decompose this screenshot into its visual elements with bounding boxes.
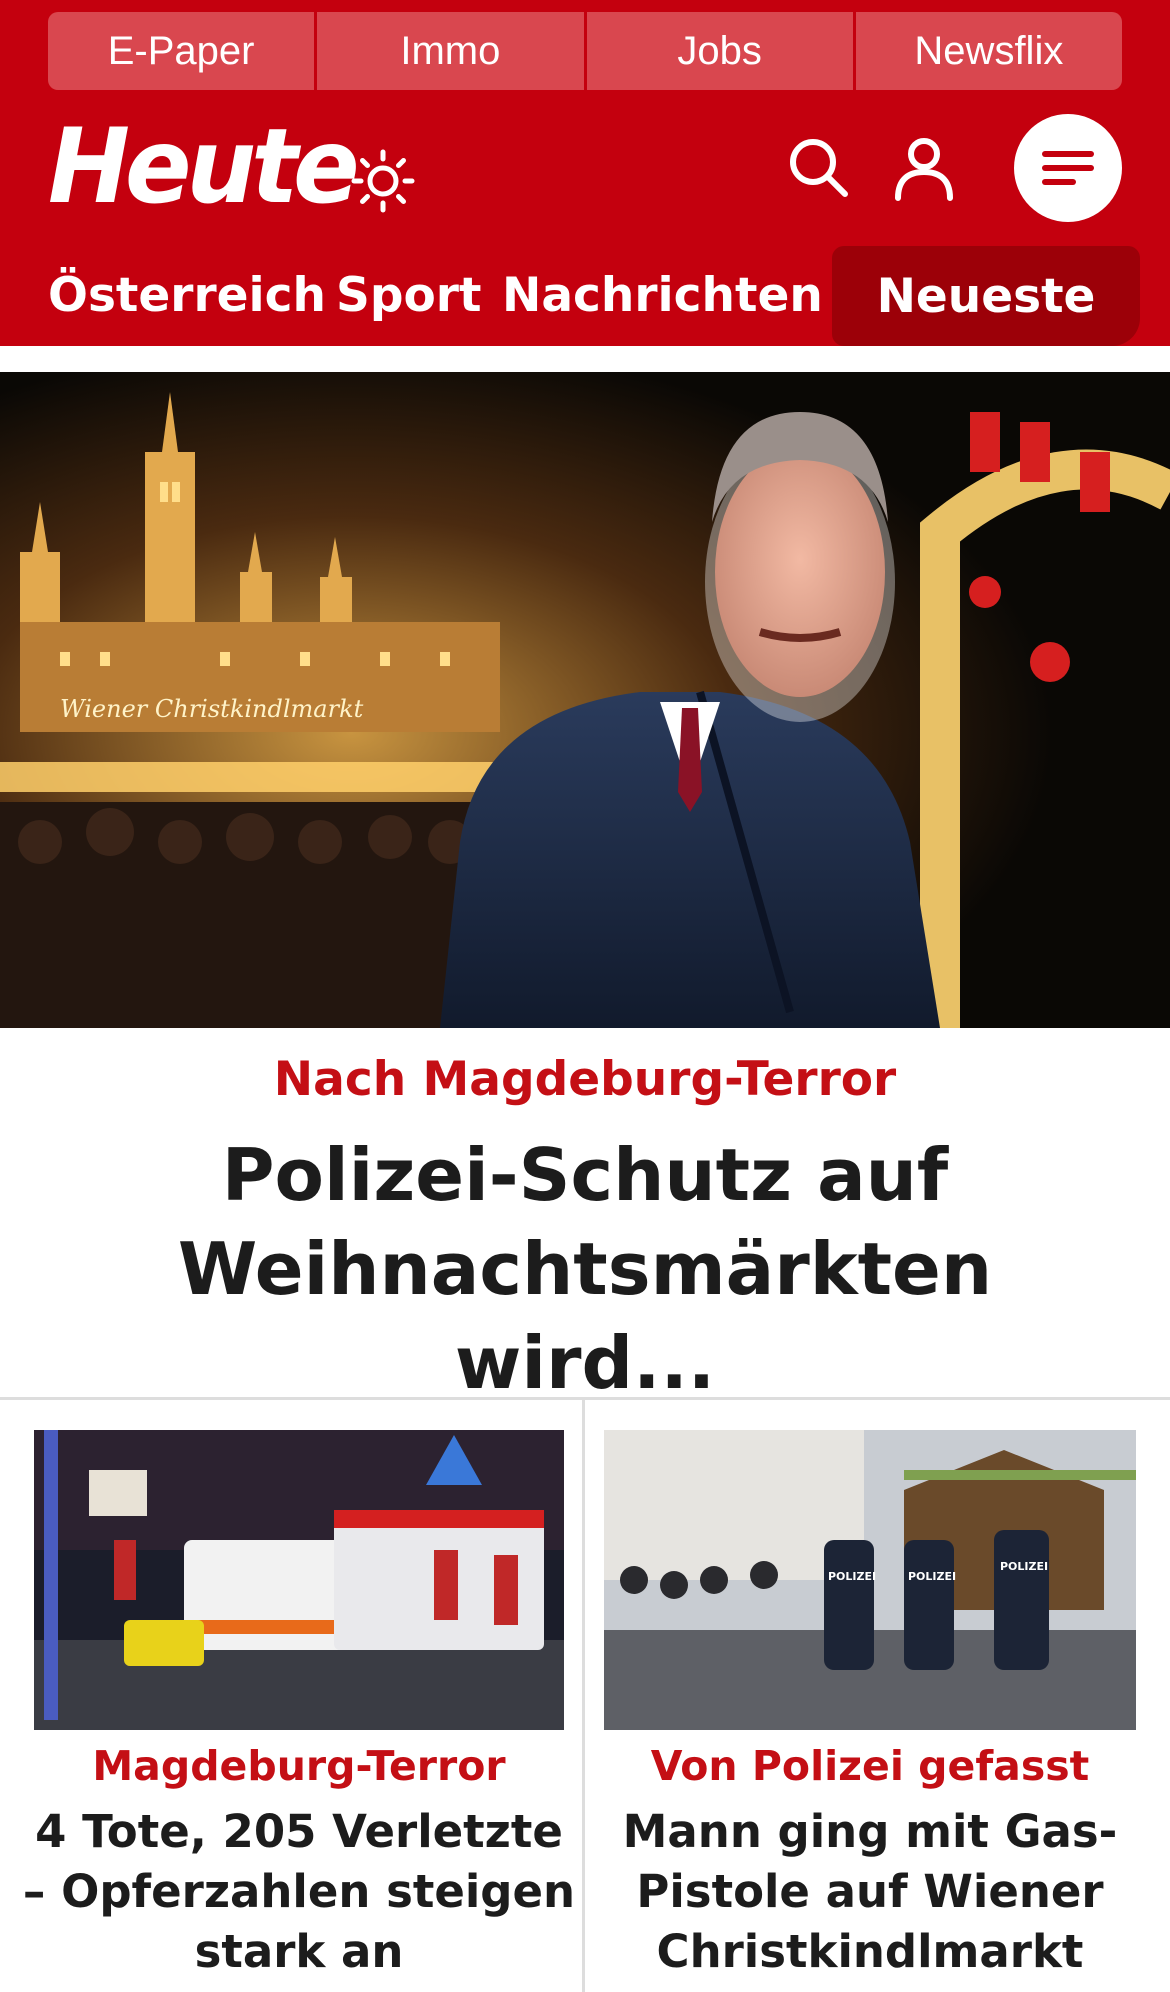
hero-image[interactable]: Wiener Christkindlmarkt: [0, 372, 1170, 1028]
teaser-headline-2[interactable]: Mann ging mit Gas-Pistole auf Wiener Chr…: [620, 1802, 1120, 1982]
search-icon[interactable]: [785, 134, 851, 200]
section-nav-oesterreich[interactable]: Österreich: [48, 268, 326, 323]
teaser-image-1[interactable]: [34, 1430, 564, 1730]
grid-divider-vertical: [582, 1400, 585, 1992]
teaser-headline-1[interactable]: 4 Tote, 205 Verletzte – Opferzahlen stei…: [20, 1802, 578, 1982]
section-nav-neueste[interactable]: Neueste: [832, 246, 1140, 346]
top-nav-newsflix[interactable]: Newsflix: [855, 12, 1122, 90]
menu-button[interactable]: [1014, 114, 1122, 222]
sun-icon[interactable]: [350, 148, 416, 214]
site-header: E-Paper Immo Jobs Newsflix Heute Österre…: [0, 0, 1170, 346]
hamburger-menu-icon: [1042, 151, 1094, 185]
top-nav-epaper[interactable]: E-Paper: [48, 12, 318, 90]
section-nav-sport[interactable]: Sport: [336, 268, 481, 323]
teaser-photo-ambulance: [34, 1430, 564, 1730]
hero-photo-illustration: Wiener Christkindlmarkt: [0, 372, 1170, 1028]
hero-headline[interactable]: Polizei-Schutz auf Weihnachtsmärkten wir…: [60, 1128, 1110, 1410]
user-icon[interactable]: [890, 134, 958, 202]
hero-kicker: Nach Magdeburg-Terror: [273, 1052, 897, 1107]
heute-logo[interactable]: Heute: [48, 115, 360, 219]
header-spacer: [0, 346, 1170, 372]
top-nav-jobs[interactable]: Jobs: [586, 12, 856, 90]
police-label-1: POLIZEI: [828, 1570, 876, 1583]
top-nav-immo[interactable]: Immo: [317, 12, 587, 90]
grid-divider: [0, 1397, 1170, 1400]
hero-image-sign: Wiener Christkindlmarkt: [60, 695, 364, 723]
teaser-kicker-1: Magdeburg-Terror: [92, 1742, 506, 1790]
police-label-3: POLIZEI: [1000, 1560, 1048, 1573]
section-nav-nachrichten[interactable]: Nachrichten: [502, 268, 823, 323]
teaser-kicker-2: Von Polizei gefasst: [650, 1742, 1090, 1790]
top-nav: E-Paper Immo Jobs Newsflix: [48, 12, 1122, 90]
teaser-photo-police: POLIZEI POLIZEI POLIZEI: [604, 1430, 1136, 1730]
teaser-image-2[interactable]: POLIZEI POLIZEI POLIZEI: [604, 1430, 1136, 1730]
police-label-2: POLIZEI: [908, 1570, 956, 1583]
